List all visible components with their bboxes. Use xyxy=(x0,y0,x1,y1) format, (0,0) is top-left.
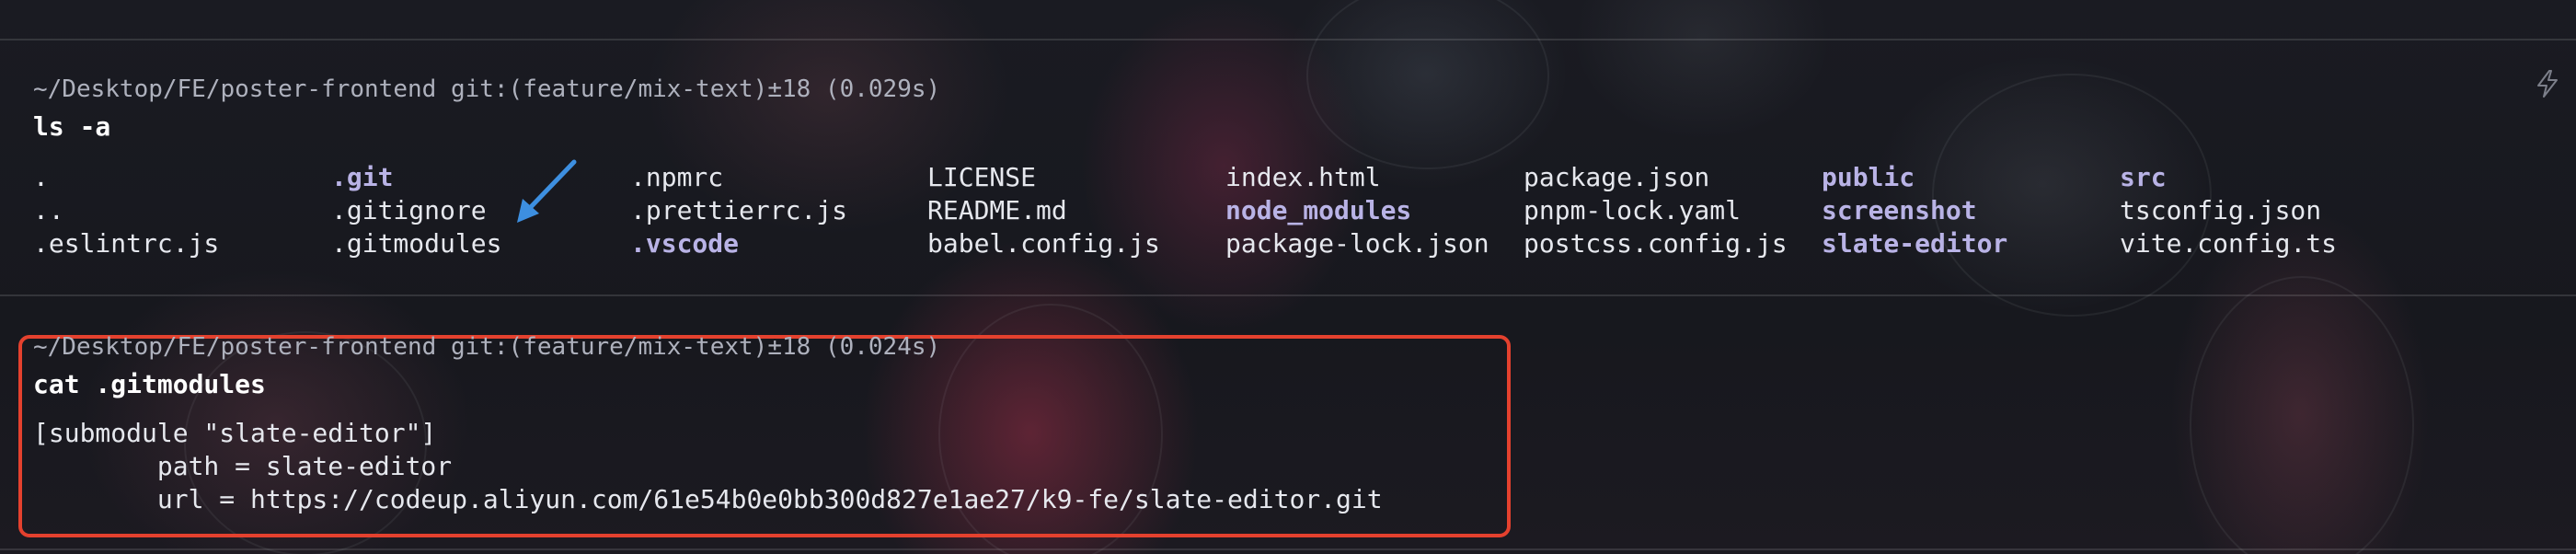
listing-item: README.md xyxy=(927,195,1067,225)
listing-item: package-lock.json xyxy=(1225,228,1489,259)
arrow-annotation-icon xyxy=(517,159,577,223)
listing-item: postcss.config.js xyxy=(1524,228,1788,259)
jellyfish-shape xyxy=(1306,0,1549,169)
listing-item-dir: screenshot xyxy=(1822,195,1977,225)
listing-item: package.json xyxy=(1524,162,1710,192)
block1-command: ls -a xyxy=(33,111,111,142)
listing-item: .gitmodules xyxy=(331,228,502,259)
block-divider xyxy=(0,39,2576,40)
listing-item: . xyxy=(33,162,49,192)
block2-command: cat .gitmodules xyxy=(33,369,266,399)
listing-item: pnpm-lock.yaml xyxy=(1524,195,1742,225)
listing-item: .npmrc xyxy=(630,162,724,192)
jellyfish-shape xyxy=(2190,276,2414,554)
block-divider xyxy=(0,294,2576,296)
listing-item-dir: .vscode xyxy=(630,228,740,259)
listing-item: tsconfig.json xyxy=(2120,195,2322,225)
block-divider xyxy=(0,548,2576,550)
listing-item-dir: .git xyxy=(331,162,394,192)
block1-prompt: ~/Desktop/FE/poster-frontend git:(featur… xyxy=(33,75,941,103)
listing-item-dir: slate-editor xyxy=(1822,228,2008,259)
output-line: path = slate-editor xyxy=(33,451,453,481)
listing-item: .gitignore xyxy=(331,195,487,225)
output-line: url = https://codeup.aliyun.com/61e54b0e… xyxy=(33,484,1383,514)
bolt-icon[interactable] xyxy=(2536,70,2559,98)
listing-item: LICENSE xyxy=(927,162,1037,192)
output-line: [submodule "slate-editor"] xyxy=(33,418,437,448)
listing-item: .prettierrc.js xyxy=(630,195,848,225)
listing-item: vite.config.ts xyxy=(2120,228,2338,259)
block2-prompt: ~/Desktop/FE/poster-frontend git:(featur… xyxy=(33,333,941,361)
listing-item: .eslintrc.js xyxy=(33,228,220,259)
listing-item: .. xyxy=(33,195,64,225)
listing-item-dir: src xyxy=(2120,162,2167,192)
listing-item-dir: node_modules xyxy=(1225,195,1412,225)
listing-item: index.html xyxy=(1225,162,1381,192)
listing-item: babel.config.js xyxy=(927,228,1160,259)
listing-item-dir: public xyxy=(1822,162,1915,192)
